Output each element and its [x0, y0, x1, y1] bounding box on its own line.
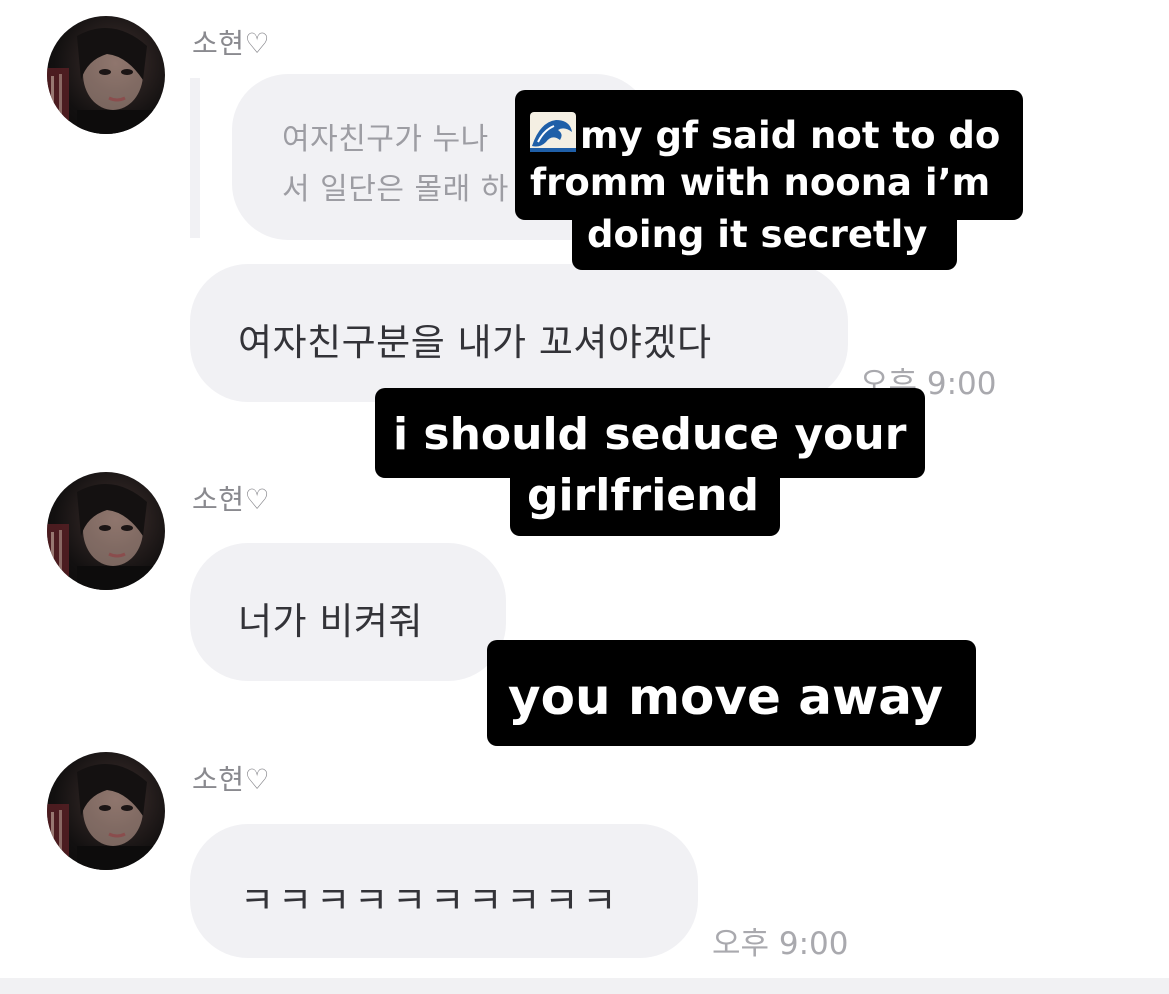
caption-text: fromm with noona i’m	[530, 161, 991, 204]
message-bubble[interactable]: ㅋㅋㅋㅋㅋㅋㅋㅋㅋㅋ	[190, 824, 698, 958]
reply-quote-bar	[190, 78, 200, 238]
bottom-bar	[0, 978, 1169, 994]
wave-emoji-icon	[530, 112, 576, 152]
reply-preview-line: 서 일단은 몰래 하	[282, 172, 509, 207]
caption-line: my gf said not to do	[530, 112, 1000, 154]
sender-name: 소현♡	[192, 483, 271, 516]
avatar[interactable]	[47, 752, 165, 870]
avatar[interactable]	[47, 16, 165, 134]
caption-text: girlfriend	[527, 470, 759, 521]
message-text: ㅋㅋㅋㅋㅋㅋㅋㅋㅋㅋ	[240, 879, 621, 922]
caption-text: you move away	[508, 668, 944, 726]
message-bubble[interactable]: 너가 비켜줘	[190, 543, 506, 681]
sender-name: 소현♡	[192, 27, 271, 60]
avatar-photo	[47, 484, 157, 590]
caption-text: i should seduce your	[393, 409, 907, 460]
avatar-photo	[47, 28, 157, 134]
message-bubble[interactable]: 여자친구분을 내가 꼬셔야겠다	[190, 264, 848, 402]
message-timestamp: 오후 9:00	[712, 926, 849, 962]
reply-preview-line: 여자친구가 누나	[282, 122, 489, 157]
sender-name: 소현♡	[192, 763, 271, 796]
message-text: 여자친구분을 내가 꼬셔야겠다	[238, 321, 712, 364]
avatar-photo	[47, 764, 157, 870]
caption-text: doing it secretly	[587, 213, 928, 256]
caption-text: my gf said not to do	[580, 114, 1001, 157]
message-text: 너가 비켜줘	[238, 600, 423, 643]
avatar[interactable]	[47, 472, 165, 590]
chat-screen: 소현♡ 여자친구가 누나 서 일단은 몰래 하 여자친구분을 내가 꼬셔야겠다 …	[0, 0, 1169, 994]
